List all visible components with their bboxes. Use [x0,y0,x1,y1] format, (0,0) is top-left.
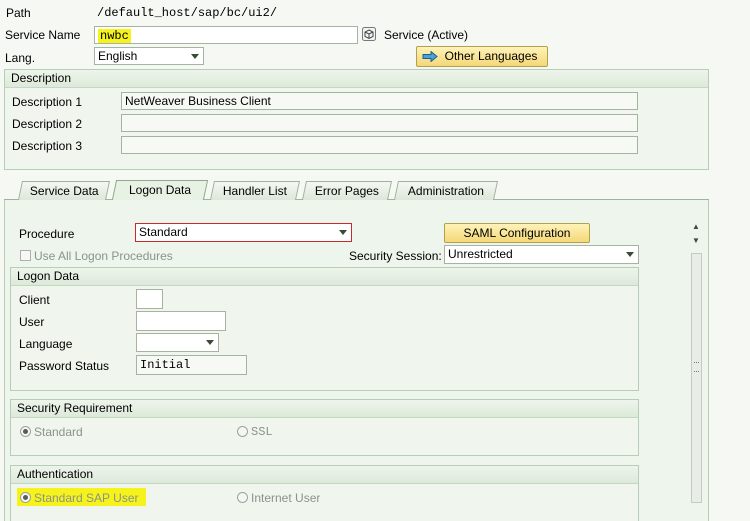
procedure-label: Procedure [19,227,75,241]
service-name-value: nwbc [98,29,131,43]
saml-configuration-button[interactable]: SAML Configuration [444,223,590,243]
tab-administration[interactable]: Administration [393,181,499,200]
service-status-text: Service (Active) [384,28,469,42]
vertical-scrollbar[interactable]: ▲ ▼ [690,219,704,521]
other-languages-label: Other Languages [444,49,538,63]
description-2-label: Description 2 [12,117,83,131]
lang-select[interactable]: English [94,47,204,65]
use-all-logon-procedures-label: Use All Logon Procedures [34,249,173,263]
path-label: Path [6,6,31,20]
dropdown-arrow-icon [626,252,634,257]
language-label: Language [19,337,73,351]
security-ssl-radio[interactable] [237,426,248,437]
auth-standard-sap-user-radio[interactable] [20,492,31,503]
description-1-input[interactable]: NetWeaver Business Client [121,92,638,110]
use-all-logon-procedures-checkbox[interactable] [20,250,31,261]
service-name-label: Service Name [5,28,81,42]
security-session-select[interactable]: Unrestricted [444,245,639,264]
description-3-input[interactable] [121,136,638,154]
security-standard-radio[interactable] [20,426,31,437]
dropdown-arrow-icon [339,230,347,235]
service-name-input[interactable]: nwbc [94,26,358,44]
auth-internet-user-label: Internet User [251,491,321,505]
path-value: /default_host/sap/bc/ui2/ [97,6,278,20]
auth-standard-sap-user-label: Standard SAP User [34,491,139,505]
security-requirement-title: Security Requirement [11,400,638,418]
scroll-down-icon[interactable]: ▼ [690,235,702,247]
tab-logon-data[interactable]: Logon Data [111,180,209,200]
scroll-up-icon[interactable]: ▲ [690,221,702,233]
client-label: Client [19,293,50,307]
description-3-label: Description 3 [12,139,83,153]
lang-select-value: English [98,49,138,63]
client-input[interactable] [136,289,163,309]
logon-data-group-title: Logon Data [11,268,638,286]
description-group-title: Description [5,70,708,88]
authentication-title: Authentication [11,466,638,484]
service-status-icon[interactable] [362,27,376,41]
tab-service-data[interactable]: Service Data [17,181,111,200]
tab-handler-list[interactable]: Handler List [209,181,301,200]
auth-internet-user-radio[interactable] [237,492,248,503]
security-ssl-label: SSL [251,425,273,439]
security-requirement-group: Security Requirement [10,399,639,456]
password-status-value: Initial [136,355,247,375]
arrow-right-icon [422,51,438,62]
description-2-input[interactable] [121,114,638,132]
other-languages-button[interactable]: Other Languages [416,46,548,67]
tab-error-pages[interactable]: Error Pages [301,181,393,200]
procedure-select-value: Standard [139,225,188,239]
security-standard-label: Standard [34,425,83,439]
scroll-thumb[interactable] [691,253,702,503]
dropdown-arrow-icon [191,54,199,59]
password-status-label: Password Status [19,359,110,373]
user-input[interactable] [136,311,226,331]
scroll-grip-icon [694,362,699,372]
language-select[interactable] [136,333,219,352]
description-1-label: Description 1 [12,95,83,109]
procedure-select[interactable]: Standard [135,223,352,242]
security-session-label: Security Session: [349,249,442,263]
lang-label: Lang. [5,51,36,65]
dropdown-arrow-icon [206,340,214,345]
user-label: User [19,315,45,329]
security-session-value: Unrestricted [448,247,513,261]
